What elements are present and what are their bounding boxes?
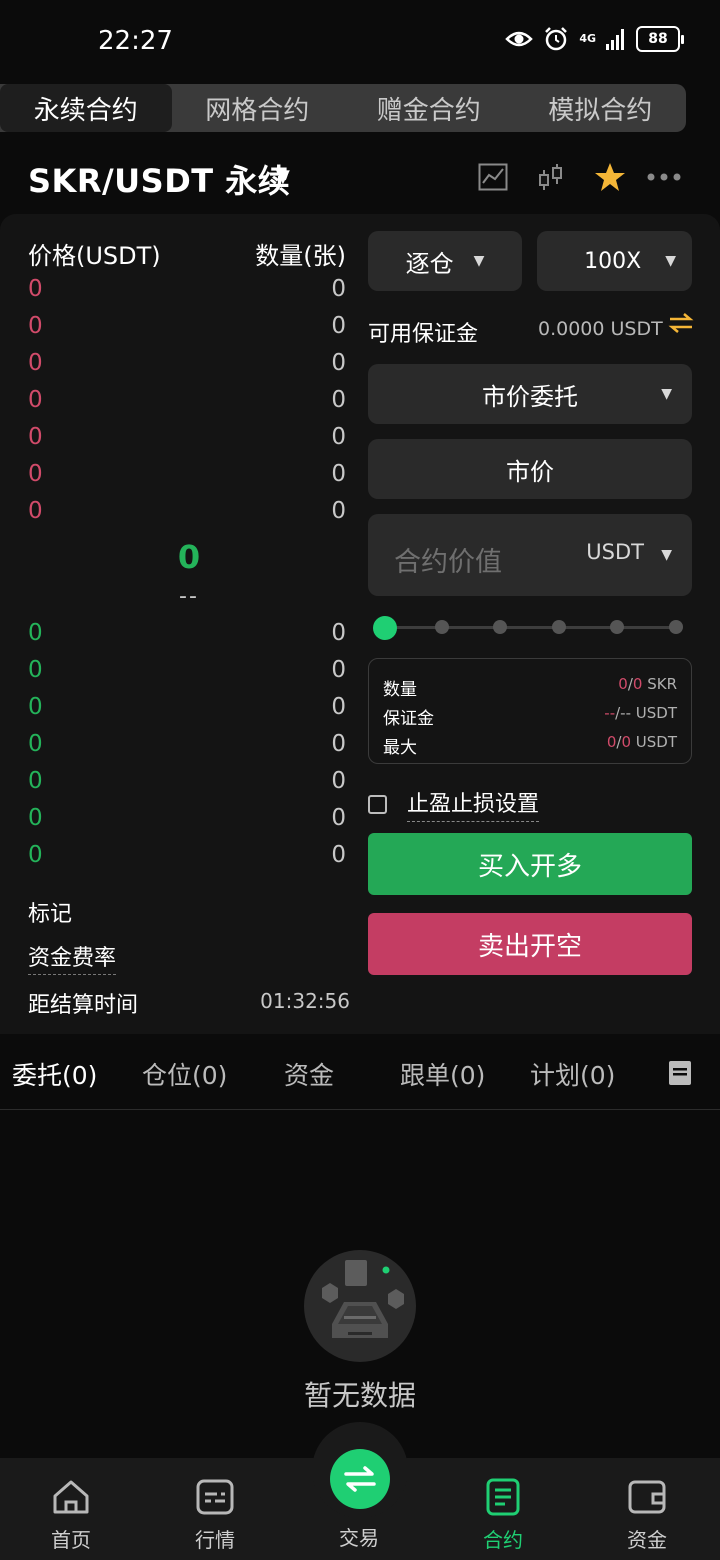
swap-icon bbox=[344, 1466, 376, 1492]
qty-column-header: 数量(张) bbox=[255, 242, 346, 270]
available-margin-value: 0.0000 USDT bbox=[538, 318, 663, 340]
empty-illustration bbox=[304, 1250, 416, 1362]
orderbook-bid-row[interactable]: 00 bbox=[28, 620, 346, 646]
pair-header: SKR/USDT 永续 ▼ bbox=[0, 150, 720, 206]
tab-perpetual[interactable]: 永续合约 bbox=[0, 84, 172, 132]
position-tabs: 委托(0) 仓位(0) 资金 跟单(0) 计划(0) bbox=[0, 1046, 720, 1110]
tab-bonus[interactable]: 赠金合约 bbox=[343, 84, 515, 132]
home-icon bbox=[53, 1480, 89, 1514]
trade-center-button[interactable] bbox=[330, 1449, 390, 1509]
status-bar: 22:27 4G 88 bbox=[0, 0, 720, 80]
chart-line-icon[interactable] bbox=[478, 160, 508, 194]
empty-box-icon bbox=[322, 1260, 404, 1338]
alarm-icon bbox=[545, 27, 568, 51]
orderbook-bid-row[interactable]: 00 bbox=[28, 805, 346, 831]
tab-orders[interactable]: 委托(0) bbox=[12, 1056, 97, 1092]
tab-positions[interactable]: 仓位(0) bbox=[142, 1056, 227, 1092]
signal-icon bbox=[606, 29, 624, 50]
battery-icon: 88 bbox=[636, 26, 684, 52]
available-margin-label: 可用保证金 bbox=[368, 322, 479, 347]
sell-short-button[interactable]: 卖出开空 bbox=[368, 913, 692, 975]
order-type-select[interactable]: 市价委托 ▼ bbox=[368, 364, 692, 424]
orderbook-bid-row[interactable]: 00 bbox=[28, 731, 346, 757]
eye-icon bbox=[505, 31, 534, 47]
caret-down-icon: ▼ bbox=[665, 253, 676, 269]
tab-plan[interactable]: 计划(0) bbox=[530, 1056, 615, 1092]
empty-state-text: 暂无数据 bbox=[303, 1379, 416, 1412]
last-price[interactable]: 0 bbox=[0, 538, 378, 576]
orderbook-bid-row[interactable]: 00 bbox=[28, 768, 346, 794]
contract-icon bbox=[486, 1478, 520, 1516]
orderbook-ask-row[interactable]: 00 bbox=[28, 387, 346, 413]
orderbook-ask-row[interactable]: 00 bbox=[28, 461, 346, 487]
nav-home[interactable]: 首页 bbox=[26, 1478, 116, 1553]
orderbook-bid-row[interactable]: 00 bbox=[28, 657, 346, 683]
orderbook-ask-row[interactable]: 00 bbox=[28, 276, 346, 302]
wallet-icon bbox=[628, 1480, 666, 1514]
market-price-field[interactable]: 市价 bbox=[368, 439, 692, 499]
tab-copy[interactable]: 跟单(0) bbox=[400, 1056, 485, 1092]
nav-market[interactable]: 行情 bbox=[170, 1478, 260, 1553]
funding-rate-label[interactable]: 资金费率 bbox=[28, 940, 117, 975]
tpsl-checkbox[interactable] bbox=[368, 794, 387, 814]
buy-long-button[interactable]: 买入开多 bbox=[368, 833, 692, 895]
caret-down-icon: ▼ bbox=[661, 386, 672, 402]
caret-down-icon: ▼ bbox=[661, 547, 672, 563]
pair-selector[interactable]: SKR/USDT 永续 bbox=[28, 156, 290, 202]
order-summary: 数量 0/0 SKR 保证金 --/-- USDT 最大 0/0 USDT bbox=[368, 658, 692, 764]
amount-placeholder: 合约价值 bbox=[394, 547, 502, 578]
nav-contract[interactable]: 合约 bbox=[458, 1478, 548, 1553]
settlement-time-value: 01:32:56 bbox=[260, 989, 350, 1013]
tab-grid[interactable]: 网格合约 bbox=[172, 84, 344, 132]
margin-mode-select[interactable]: 逐仓 ▼ bbox=[368, 231, 522, 291]
nav-trade[interactable]: 交易 bbox=[314, 1518, 404, 1551]
status-time: 22:27 bbox=[98, 26, 173, 56]
price-column-header: 价格(USDT) bbox=[28, 242, 161, 270]
orderbook-ask-row[interactable]: 00 bbox=[28, 424, 346, 450]
caret-down-icon[interactable]: ▼ bbox=[276, 166, 290, 187]
contract-value-input[interactable]: 合约价值 USDT ▼ bbox=[368, 514, 692, 596]
battery-level: 88 bbox=[648, 31, 668, 47]
tpsl-setting[interactable]: 止盈止损设置 bbox=[368, 786, 540, 822]
orderbook-ask-row[interactable]: 00 bbox=[28, 313, 346, 339]
market-icon bbox=[196, 1479, 234, 1515]
amount-unit-select[interactable]: USDT bbox=[586, 540, 644, 564]
nav-assets[interactable]: 资金 bbox=[602, 1478, 692, 1553]
orderbook-bid-row[interactable]: 00 bbox=[28, 694, 346, 720]
orderbook-bid-row[interactable]: 00 bbox=[28, 842, 346, 868]
network-label: 4G bbox=[579, 32, 596, 45]
document-icon[interactable] bbox=[668, 1060, 692, 1086]
amount-slider[interactable] bbox=[373, 615, 683, 640]
contract-type-tabs: 永续合约 网格合约 赠金合约 模拟合约 bbox=[0, 84, 686, 132]
tab-funds[interactable]: 资金 bbox=[284, 1056, 334, 1092]
mark-price-label: 标记 bbox=[28, 902, 73, 927]
leverage-select[interactable]: 100X ▼ bbox=[537, 231, 692, 291]
last-price-sub: -- bbox=[179, 584, 199, 609]
more-icon[interactable] bbox=[646, 160, 682, 194]
orderbook-ask-row[interactable]: 00 bbox=[28, 350, 346, 376]
slider-thumb[interactable] bbox=[373, 616, 397, 640]
candlestick-icon[interactable] bbox=[538, 160, 564, 194]
settlement-time-label: 距结算时间 bbox=[28, 993, 139, 1018]
caret-down-icon: ▼ bbox=[473, 253, 485, 269]
star-icon[interactable] bbox=[594, 160, 626, 194]
transfer-icon[interactable] bbox=[668, 312, 694, 334]
orderbook-ask-row[interactable]: 00 bbox=[28, 498, 346, 524]
tab-demo[interactable]: 模拟合约 bbox=[515, 84, 687, 132]
orderbook-header: 价格(USDT) 数量(张) bbox=[28, 236, 346, 271]
